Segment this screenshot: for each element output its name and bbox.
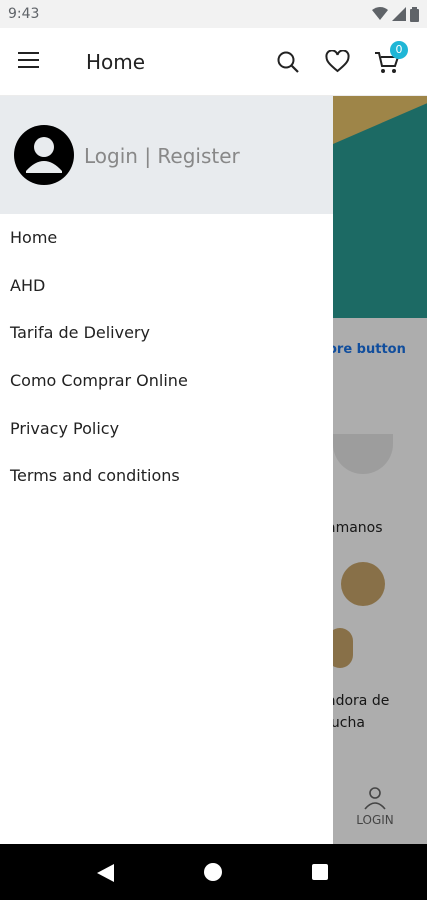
status-time: 9:43	[8, 6, 40, 22]
menu-item-ahd[interactable]: AHD	[0, 262, 333, 310]
navigation-drawer: Login | Register Home AHD Tarifa de Deli…	[0, 96, 333, 844]
recents-icon[interactable]	[312, 864, 328, 880]
heart-icon[interactable]	[325, 50, 350, 74]
drawer-menu: Home AHD Tarifa de Delivery Como Comprar…	[0, 214, 333, 500]
menu-item-how-to-buy[interactable]: Como Comprar Online	[0, 357, 333, 405]
menu-item-privacy[interactable]: Privacy Policy	[0, 404, 333, 452]
menu-item-delivery[interactable]: Tarifa de Delivery	[0, 309, 333, 357]
home-icon[interactable]	[204, 863, 222, 881]
wifi-icon	[372, 7, 388, 20]
page-title: Home	[86, 50, 146, 74]
avatar-icon[interactable]	[14, 125, 74, 185]
cart-badge: 0	[390, 41, 408, 59]
menu-item-terms[interactable]: Terms and conditions	[0, 452, 333, 500]
signal-icon	[392, 7, 406, 21]
status-icons	[372, 6, 419, 22]
drawer-scrim[interactable]	[333, 96, 427, 844]
battery-icon	[410, 6, 419, 22]
search-icon[interactable]	[276, 50, 300, 74]
drawer-header: Login | Register	[0, 96, 333, 214]
login-register-link[interactable]: Login | Register	[84, 144, 240, 168]
status-bar: 9:43	[0, 0, 427, 28]
system-nav-bar	[0, 844, 427, 900]
back-icon[interactable]	[97, 864, 114, 882]
menu-icon[interactable]	[18, 52, 39, 73]
app-bar: Home	[0, 28, 427, 96]
menu-item-home[interactable]: Home	[0, 214, 333, 262]
